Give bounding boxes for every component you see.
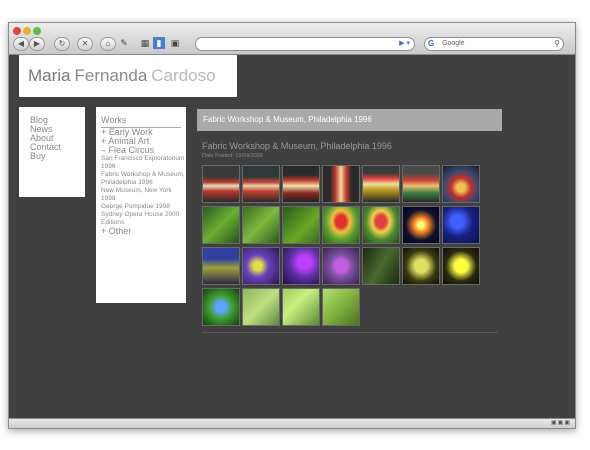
forward-icon: ▶: [33, 39, 41, 48]
reload-icon: ↻: [58, 39, 66, 48]
stop-icon: ✕: [81, 39, 89, 48]
works-item[interactable]: Sydney Opera House 2000: [101, 211, 185, 219]
back-icon: ◀: [17, 39, 25, 48]
sidebar-icon: ▮: [156, 38, 162, 48]
search-input[interactable]: G Google ⚲: [424, 37, 564, 51]
bookmark-button[interactable]: ✎: [118, 37, 130, 49]
gallery-thumbnail[interactable]: [322, 206, 360, 244]
post-title: Fabric Workshop & Museum, Philadelphia 1…: [202, 141, 392, 151]
back-button[interactable]: ◀: [13, 37, 29, 51]
gallery-thumbnail[interactable]: [442, 247, 480, 285]
gallery-thumbnail[interactable]: [402, 206, 440, 244]
gallery-thumbnail[interactable]: [322, 288, 360, 326]
go-icon[interactable]: ▶ ▾: [399, 38, 410, 50]
gallery-thumbnail[interactable]: [202, 288, 240, 326]
gallery-thumbnail[interactable]: [242, 288, 280, 326]
home-icon: ⌂: [105, 39, 111, 48]
gallery-thumbnail[interactable]: [202, 247, 240, 285]
gallery-thumbnail[interactable]: [322, 165, 360, 203]
reload-button[interactable]: ↻: [54, 37, 70, 51]
address-bar[interactable]: ▶ ▾: [195, 37, 415, 51]
works-item[interactable]: George Pompidue 1998: [101, 203, 185, 211]
works-item[interactable]: Fabric Workshop & Museum, Philadelphia 1…: [101, 171, 185, 187]
works-item[interactable]: San Francisco Exploratorium 1996: [101, 155, 185, 171]
gallery-thumbnail[interactable]: [282, 206, 320, 244]
tabs-icon: ▦: [140, 38, 150, 48]
works-heading[interactable]: Works: [101, 115, 126, 125]
tabs-button[interactable]: ▦: [139, 37, 151, 49]
close-window-button[interactable]: [13, 27, 21, 35]
gallery-thumbnail[interactable]: [442, 206, 480, 244]
zoom-window-button[interactable]: [33, 27, 41, 35]
gallery-banner: Fabric Workshop & Museum, Philadelphia 1…: [197, 109, 502, 131]
gallery-thumbnail[interactable]: [242, 247, 280, 285]
works-menu: Works + Early Work + Animal Art – Flea Cir…: [96, 107, 186, 303]
magnifier-icon[interactable]: ⚲: [554, 38, 560, 50]
bookmark-icon: ✎: [120, 38, 128, 48]
gallery-thumbnail[interactable]: [202, 206, 240, 244]
gallery-thumbnail[interactable]: [282, 288, 320, 326]
site-title-first: Maria: [28, 66, 71, 85]
gallery-thumbnail[interactable]: [362, 165, 400, 203]
main-nav: Blog News About Contact Buy: [19, 107, 85, 197]
gallery-thumbnail[interactable]: [362, 206, 400, 244]
home-button[interactable]: ⌂: [100, 37, 116, 51]
site-title-last: Cardoso: [151, 66, 216, 85]
gallery-thumbnail[interactable]: [402, 165, 440, 203]
gallery-thumbnail[interactable]: [362, 247, 400, 285]
gallery-thumbnail[interactable]: [442, 165, 480, 203]
rss-button[interactable]: ▣: [169, 37, 181, 49]
search-placeholder: Google: [442, 40, 465, 47]
gallery-thumbnail[interactable]: [242, 206, 280, 244]
browser-toolbar: ◀ ▶ ↻ ✕ ⌂ ✎ ▦ ▮ ▣ ▶ ▾ G Google ⚲: [9, 23, 575, 55]
site-title[interactable]: Maria Fernanda Cardoso: [19, 55, 237, 97]
minimize-window-button[interactable]: [23, 27, 31, 35]
works-item[interactable]: + Other: [101, 227, 185, 236]
browser-window: ◀ ▶ ↻ ✕ ⌂ ✎ ▦ ▮ ▣ ▶ ▾ G Google ⚲ Maria Fe…: [8, 22, 576, 429]
works-item[interactable]: – Flea Circus: [101, 146, 185, 155]
nav-item-buy[interactable]: Buy: [30, 152, 85, 161]
post-date: Date Posted: 19/04/2009: [202, 153, 263, 159]
content-divider: [202, 332, 498, 333]
sidebar-button[interactable]: ▮: [153, 37, 165, 49]
gallery-thumbnail[interactable]: [322, 247, 360, 285]
site-title-middle: Fernanda: [74, 66, 148, 85]
forward-button[interactable]: ▶: [29, 37, 45, 51]
status-bar: ▣▣▣: [9, 418, 575, 428]
gallery-thumbnail[interactable]: [282, 165, 320, 203]
gallery-thumbnail[interactable]: [402, 247, 440, 285]
gallery-thumbnail[interactable]: [282, 247, 320, 285]
stop-button[interactable]: ✕: [77, 37, 93, 51]
gallery-thumbnail[interactable]: [242, 165, 280, 203]
works-item[interactable]: New Museum, New York 1998: [101, 187, 185, 203]
google-icon[interactable]: G: [428, 38, 434, 50]
gallery-thumbnail[interactable]: [202, 165, 240, 203]
rss-icon: ▣: [170, 38, 180, 48]
status-icons: ▣▣▣: [550, 420, 571, 426]
